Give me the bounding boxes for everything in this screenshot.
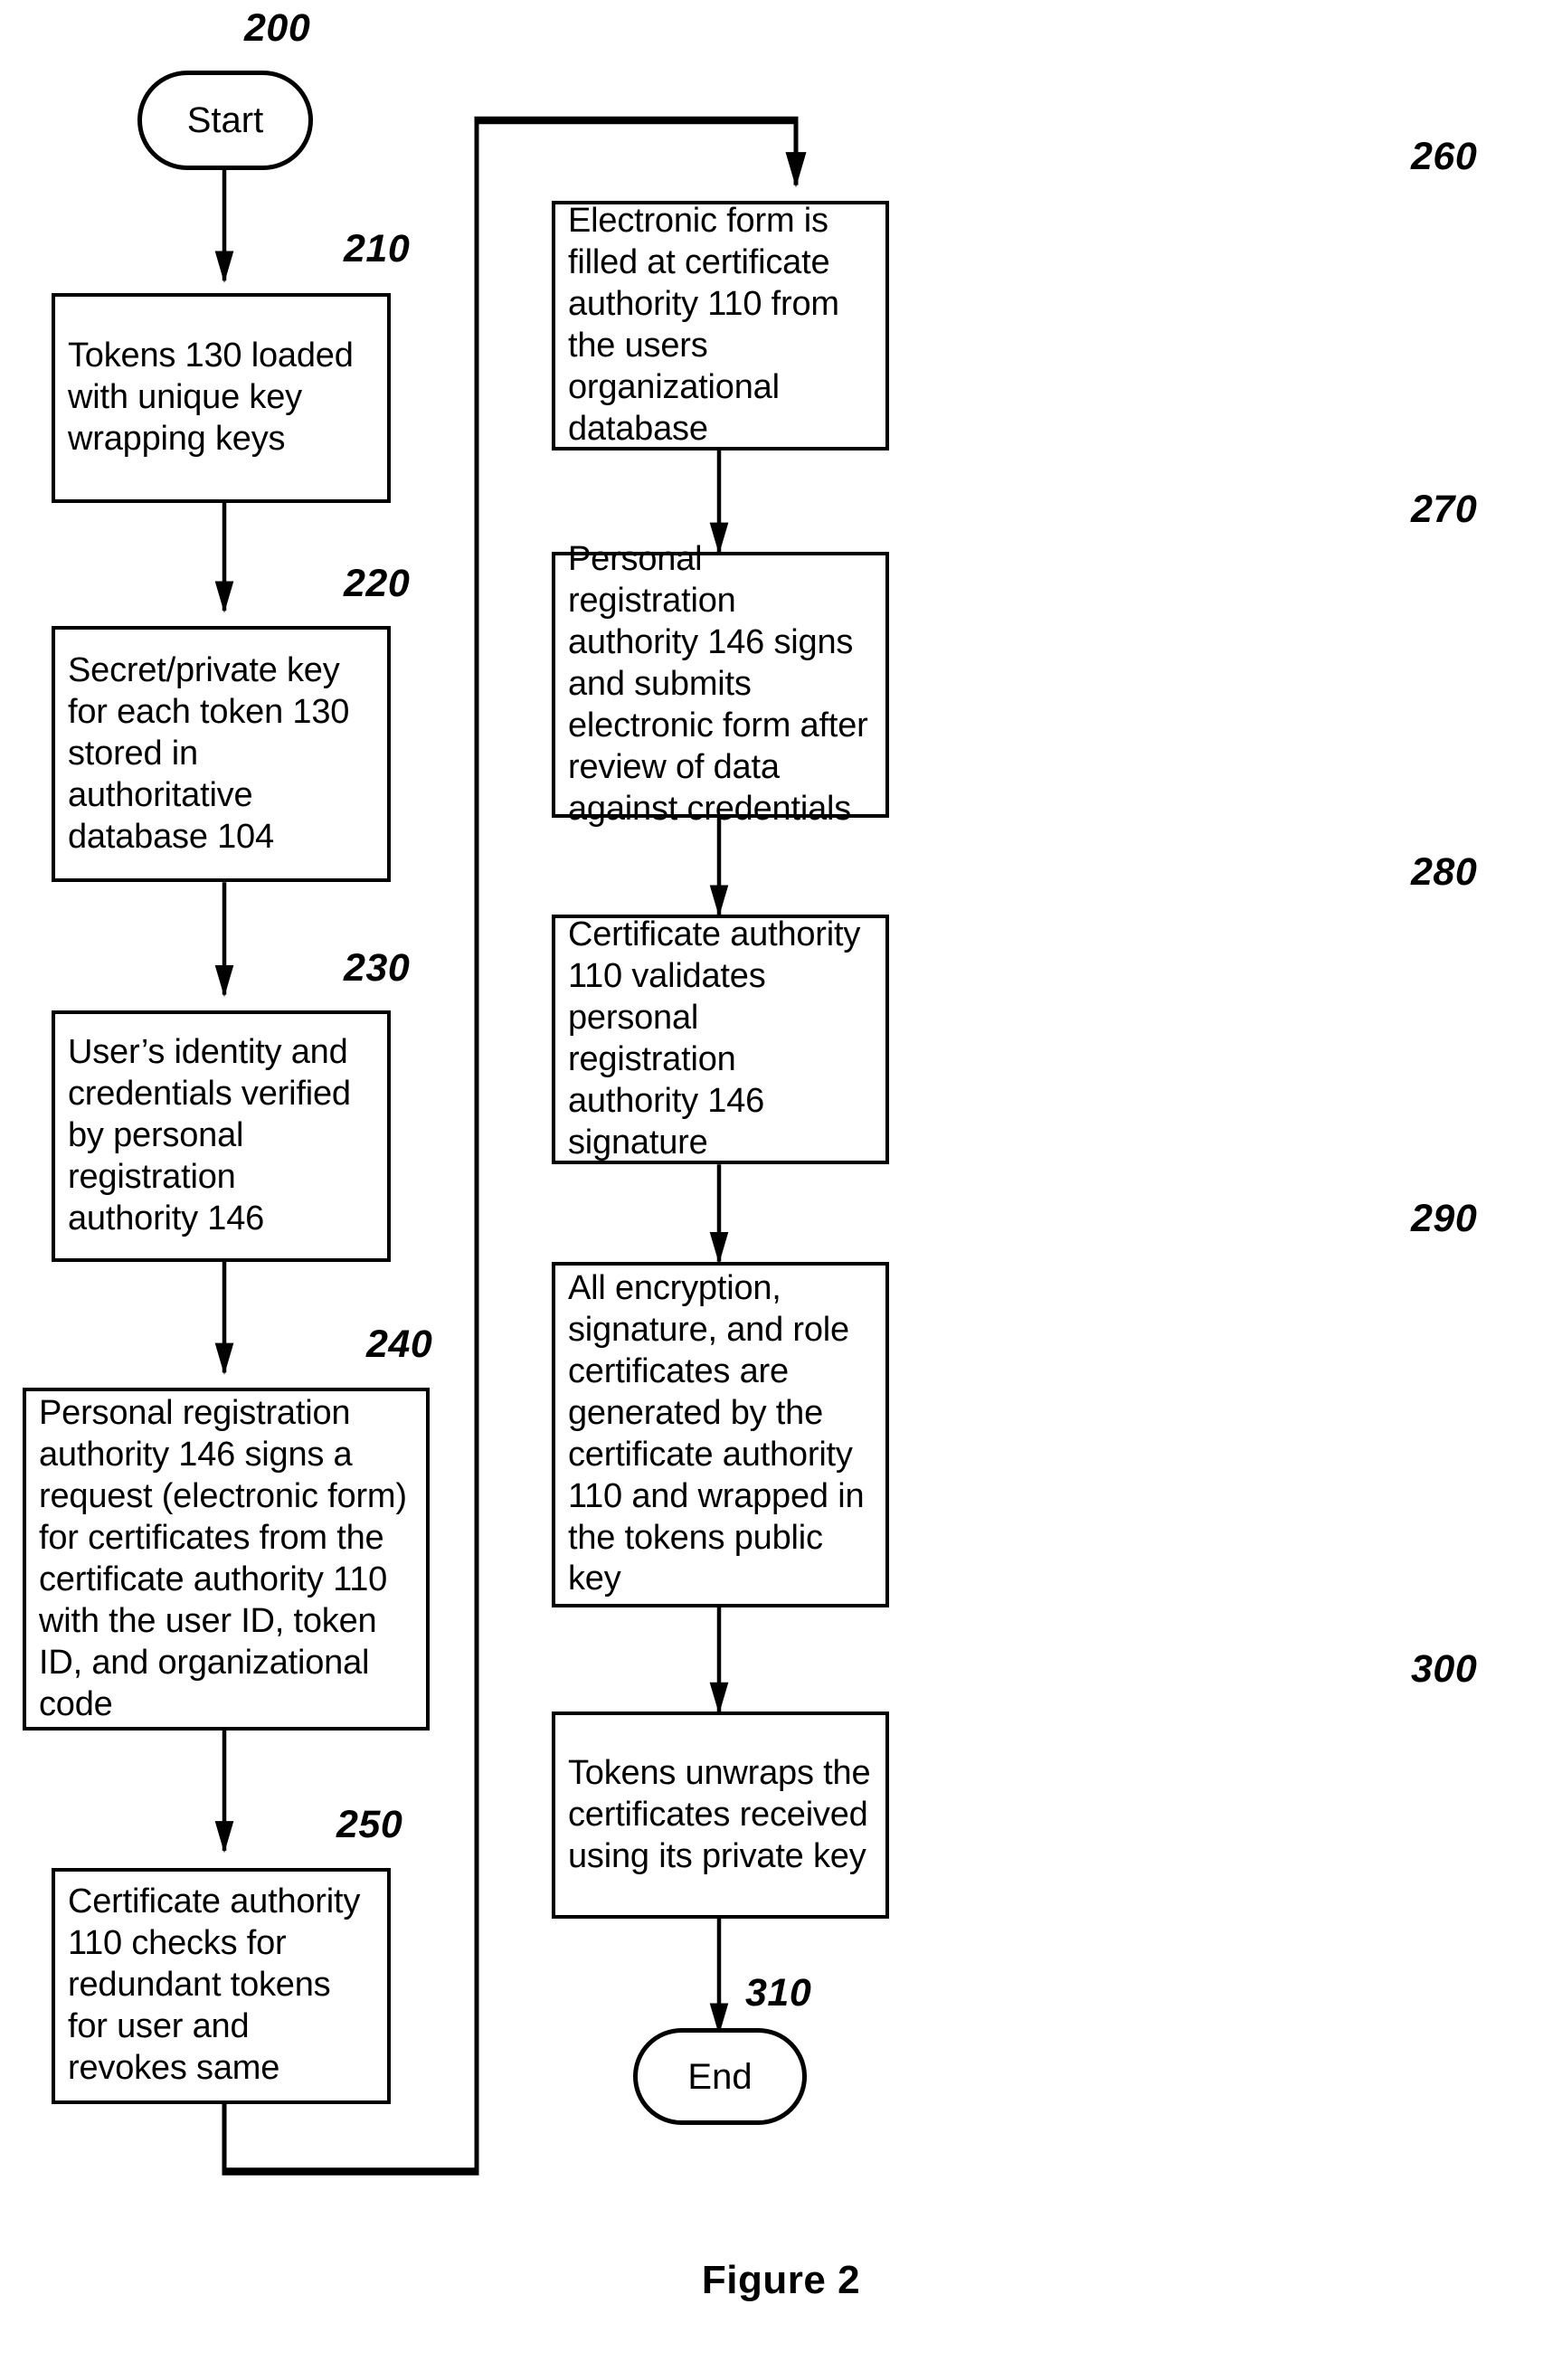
ref-numeral-290: 290: [1411, 1197, 1478, 1241]
process-box-230-text: User’s identity and credentials verified…: [68, 1032, 351, 1237]
process-box-230: User’s identity and credentials verified…: [52, 1010, 391, 1262]
process-box-210-text: Tokens 130 loaded with unique key wrappi…: [68, 336, 354, 458]
terminator-start: Start: [137, 71, 313, 170]
process-box-240: Personal registration authority 146 sign…: [23, 1388, 430, 1730]
process-box-220-text: Secret/private key for each token 130 st…: [68, 650, 350, 856]
process-box-220: Secret/private key for each token 130 st…: [52, 626, 391, 883]
process-box-270: Personal registration authority 146 sign…: [552, 540, 889, 828]
process-box-260: Electronic form is filled at certificate…: [552, 200, 889, 450]
process-box-260-text: Electronic form is filled at certificate…: [568, 201, 839, 448]
figure-sheet: 200 Start 210 Tokens 130 loaded with uni…: [0, 0, 1562, 2380]
process-box-280: Certificate authority 110 validates pers…: [552, 915, 889, 1165]
ref-numeral-250: 250: [336, 1803, 403, 1847]
process-box-280-text: Certificate authority 110 validates pers…: [568, 915, 861, 1162]
ref-numeral-220: 220: [344, 562, 411, 605]
process-box-290: All encryption, signature, and role cert…: [552, 1261, 889, 1607]
ref-numeral-300: 300: [1411, 1647, 1478, 1692]
process-box-300: Tokens unwraps the certificates received…: [552, 1712, 889, 1919]
terminator-end: End: [633, 2027, 807, 2126]
process-box-270-text: Personal registration authority 146 sign…: [568, 540, 868, 828]
process-box-300-text: Tokens unwraps the certificates received…: [568, 1753, 871, 1875]
figure-caption: Figure 2: [701, 2258, 861, 2302]
terminator-start-label: Start: [186, 100, 264, 140]
process-box-290-text: All encryption, signature, and role cert…: [568, 1268, 865, 1598]
process-box-210: Tokens 130 loaded with unique key wrappi…: [52, 292, 391, 503]
process-box-240-text: Personal registration authority 146 sign…: [39, 1393, 407, 1723]
ref-numeral-270: 270: [1411, 488, 1478, 532]
process-box-250-text: Certificate authority 110 checks for red…: [68, 1882, 361, 2088]
ref-numeral-240: 240: [366, 1322, 433, 1366]
ref-numeral-260: 260: [1411, 134, 1478, 178]
ref-numeral-310: 310: [745, 1971, 812, 2015]
ref-numeral-280: 280: [1411, 849, 1478, 894]
ref-numeral-200: 200: [244, 6, 311, 51]
terminator-end-label: End: [687, 2056, 753, 2097]
process-box-250: Certificate authority 110 checks for red…: [52, 1867, 391, 2104]
ref-numeral-230: 230: [344, 945, 411, 990]
ref-numeral-210: 210: [344, 227, 411, 271]
